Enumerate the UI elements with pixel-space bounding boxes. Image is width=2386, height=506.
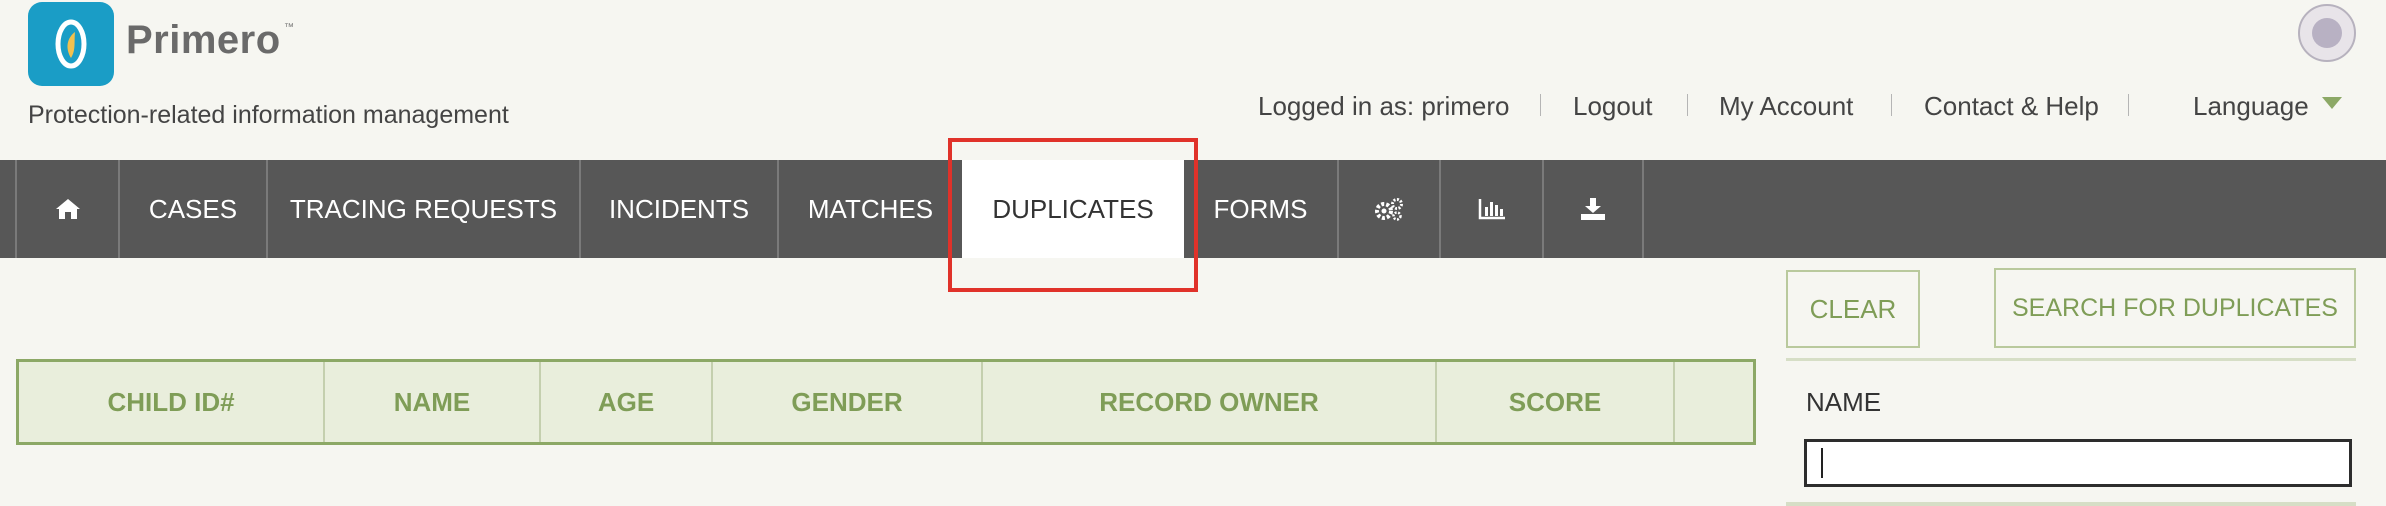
nav-label: INCIDENTS bbox=[608, 193, 750, 224]
column-header-score[interactable]: SCORE bbox=[1437, 362, 1675, 442]
contact-help-link[interactable]: Contact & Help bbox=[1924, 91, 2099, 122]
nav-matches[interactable]: MATCHES bbox=[777, 160, 962, 258]
nav-label: TRACING REQUESTS bbox=[289, 193, 558, 224]
column-header-child-id[interactable]: CHILD ID# bbox=[19, 362, 325, 442]
column-header-name[interactable]: NAME bbox=[325, 362, 541, 442]
primero-logo-icon[interactable] bbox=[28, 2, 114, 86]
home-icon bbox=[55, 198, 81, 220]
organization-seal-icon bbox=[2298, 4, 2356, 62]
column-header-age[interactable]: AGE bbox=[541, 362, 713, 442]
panel-divider bbox=[1786, 502, 2356, 506]
gears-icon bbox=[1374, 197, 1404, 221]
divider bbox=[2128, 94, 2129, 116]
nav-settings[interactable] bbox=[1337, 160, 1439, 258]
logged-in-label: Logged in as: primero bbox=[1258, 90, 1510, 121]
chevron-down-icon[interactable] bbox=[2322, 97, 2342, 109]
selection-highlight bbox=[948, 138, 1198, 292]
duplicates-table: CHILD ID# NAME AGE GENDER RECORD OWNER S… bbox=[16, 359, 1756, 445]
bar-chart-icon bbox=[1478, 198, 1506, 220]
brand-tagline: Protection-related information managemen… bbox=[28, 101, 509, 129]
filter-panel: NAME bbox=[1786, 358, 2356, 506]
name-filter-label: NAME bbox=[1806, 387, 1882, 417]
nav-incidents[interactable]: INCIDENTS bbox=[579, 160, 777, 258]
brand-trademark: ™ bbox=[284, 22, 294, 33]
column-header-empty bbox=[1675, 362, 1753, 442]
download-icon bbox=[1579, 197, 1607, 221]
logout-link[interactable]: Logout bbox=[1573, 91, 1653, 122]
nav-label: FORMS bbox=[1213, 193, 1308, 224]
search-for-duplicates-button[interactable]: SEARCH FOR DUPLICATES bbox=[1994, 268, 2356, 348]
brand-name: Primero bbox=[126, 18, 281, 62]
clear-button[interactable]: CLEAR bbox=[1786, 270, 1920, 348]
language-dropdown[interactable]: Language bbox=[2193, 91, 2309, 122]
nav-label: CASES bbox=[148, 193, 238, 224]
nav-label: MATCHES bbox=[807, 193, 934, 224]
my-account-link[interactable]: My Account bbox=[1719, 91, 1853, 122]
divider bbox=[1891, 94, 1892, 116]
nav-exports[interactable] bbox=[1542, 160, 1644, 258]
name-filter-input[interactable] bbox=[1804, 439, 2352, 487]
nav-cases[interactable]: CASES bbox=[118, 160, 266, 258]
divider bbox=[1687, 94, 1688, 116]
column-header-gender[interactable]: GENDER bbox=[713, 362, 983, 442]
divider bbox=[1540, 94, 1541, 116]
text-caret bbox=[1821, 448, 1823, 478]
column-header-record-owner[interactable]: RECORD OWNER bbox=[983, 362, 1437, 442]
nav-home[interactable] bbox=[15, 160, 118, 258]
header: Primero ™ Protection-related information… bbox=[0, 0, 2386, 160]
nav-tracing-requests[interactable]: TRACING REQUESTS bbox=[266, 160, 579, 258]
nav-reports[interactable] bbox=[1439, 160, 1542, 258]
nav-forms[interactable]: FORMS bbox=[1184, 160, 1337, 258]
